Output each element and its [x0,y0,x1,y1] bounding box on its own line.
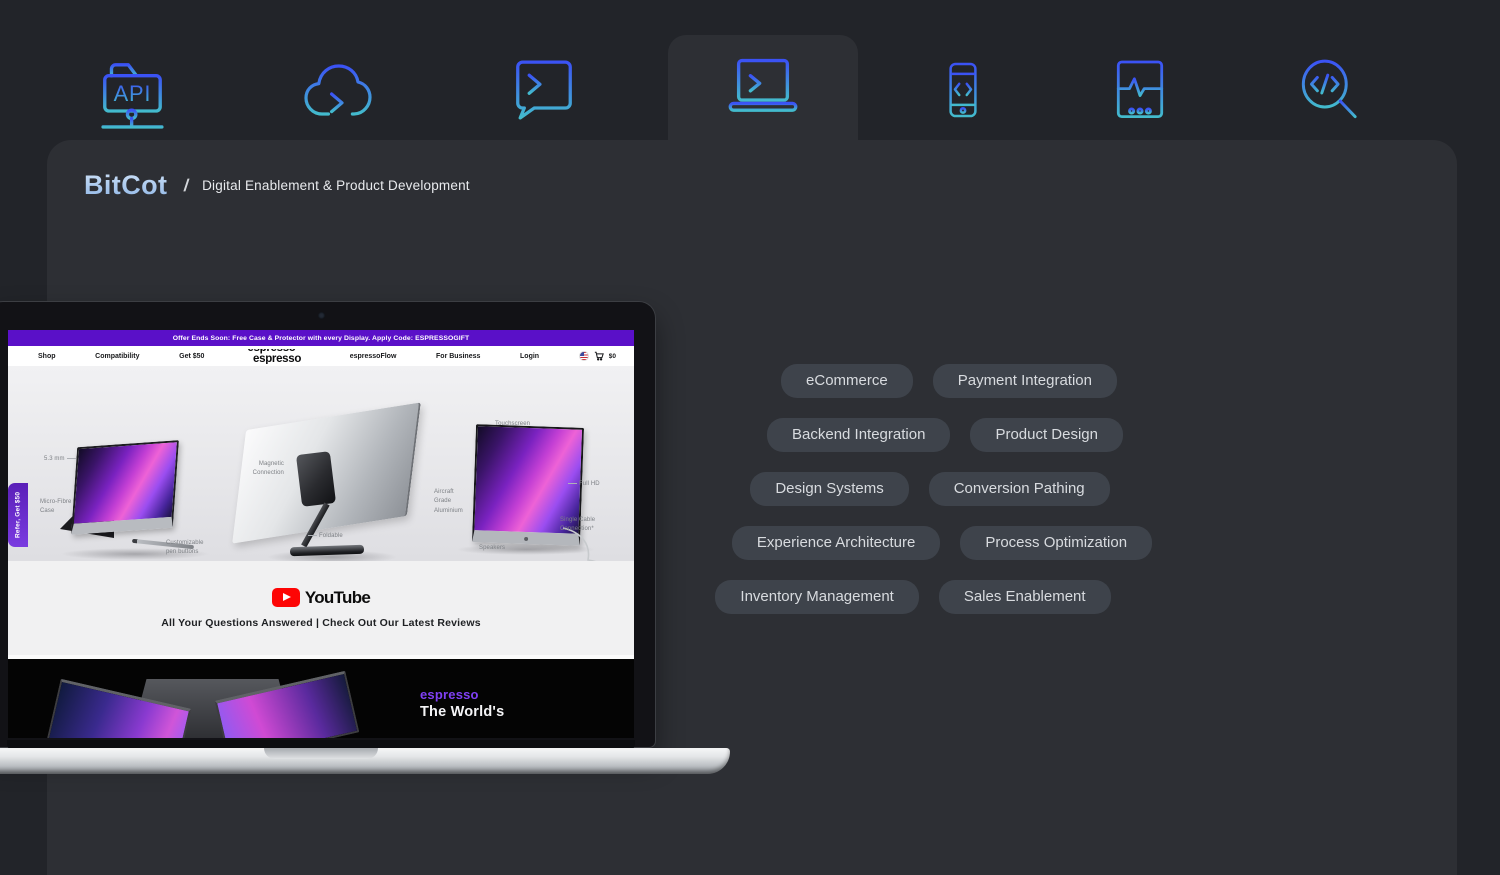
leader-line [568,483,577,484]
tag-row: Experience Architecture Process Optimiza… [706,526,1178,560]
stage: API [0,0,1500,875]
language-flag-icon [579,351,589,361]
tag-design-systems[interactable]: Design Systems [750,472,908,506]
tab-code-search[interactable] [1272,42,1382,138]
header: BitCot / Digital Enablement & Product De… [84,170,470,201]
youtube-section: YouTube All Your Questions Answered | Ch… [8,561,634,655]
tag-product-design[interactable]: Product Design [970,418,1123,452]
laptop-terminal-icon [716,48,810,132]
tag-conversion-pathing[interactable]: Conversion Pathing [929,472,1110,506]
brand-logo: BitCot [84,170,167,201]
leader-line [67,458,76,459]
annotation-case: Micro-FibreCase [40,498,71,517]
nav-login: Login [520,353,539,360]
cloud-terminal-icon [294,50,382,130]
mobile-code-icon [932,47,994,133]
chat-terminal-icon [502,49,586,131]
site-dark-footer: espresso The World's [8,655,634,738]
hero-section: Refer, Get $50 [8,366,634,561]
tab-mobile[interactable] [908,42,1018,138]
nav-shop: Shop [38,353,56,360]
promo-banner: Offer Ends Soon: Free Case & Protector w… [8,330,634,346]
breadcrumb-separator: / [183,176,191,196]
refer-tab[interactable]: Refer, Get $50 [8,483,28,547]
laptop-mockup: Offer Ends Soon: Free Case & Protector w… [0,302,730,780]
youtube-play-icon [272,588,300,607]
code-search-icon [1290,50,1364,130]
youtube-logo: YouTube [272,588,370,608]
annotation-magnetic: MagneticConnection [236,460,284,479]
tag-ecommerce[interactable]: eCommerce [781,364,913,398]
annotation-foldable: Foldable [306,532,343,541]
youtube-wordmark: YouTube [305,588,370,608]
tag-row: Backend Integration Product Design [709,418,1181,452]
svg-text:API: API [114,81,152,106]
annotation-cable: Single CableConnection* [560,516,595,535]
nav-espressoflow: espressoFlow [350,353,397,360]
footer-espresso-brand: espresso [420,687,479,702]
monitor-mid-magnetic-mount [296,451,336,507]
espresso-logo-line2: espresso [244,354,310,364]
tab-api[interactable]: API [80,42,190,138]
page-title: Digital Enablement & Product Development [202,178,470,193]
footer-headline: The World's [420,704,504,720]
tag-inventory-management[interactable]: Inventory Management [715,580,918,614]
monitor-shadow [266,550,398,561]
laptop-screen-bezel: Offer Ends Soon: Free Case & Protector w… [0,302,655,747]
tag-sales-enablement[interactable]: Sales Enablement [939,580,1111,614]
tab-chat-terminal[interactable] [489,42,599,138]
tag-process-optimization[interactable]: Process Optimization [960,526,1152,560]
api-folder-icon: API [92,48,178,132]
monitor-left-screen [71,440,179,535]
leader-line [308,535,317,536]
espresso-website: Offer Ends Soon: Free Case & Protector w… [8,330,634,738]
laptop-base-notch [264,748,378,759]
browser-pulse-icon [1105,49,1175,131]
annotation-touchscreen: Touchscreen [495,420,530,429]
capability-tags: eCommerce Payment Integration Backend In… [700,364,1172,634]
tag-experience-architecture[interactable]: Experience Architecture [732,526,940,560]
annotation-pen: Customizablepen buttons [166,539,204,558]
annotation-thickness: 5.3 mm [44,455,78,464]
tag-row: Inventory Management Sales Enablement [677,580,1149,614]
tag-backend-integration[interactable]: Backend Integration [767,418,950,452]
nav-compatibility: Compatibility [95,353,139,360]
youtube-caption: All Your Questions Answered | Check Out … [161,617,481,629]
webcam-dot [318,312,325,319]
tag-row: Design Systems Conversion Pathing [694,472,1166,506]
tag-row: eCommerce Payment Integration [713,364,1185,398]
cart-icon [594,351,604,361]
nav-for-business: For Business [436,353,480,360]
tab-cloud[interactable] [283,42,393,138]
annotation-aluminium: AircraftGradeAluminium [434,488,463,516]
nav-utility-group: $0 [579,351,616,361]
tab-browser-monitor[interactable] [1085,42,1195,138]
annotation-fullhd: Full HD [566,480,600,489]
tag-payment-integration[interactable]: Payment Integration [933,364,1117,398]
annotation-speakers: Speakers [479,544,505,553]
site-navbar: Shop Compatibility Get $50 espresso™ esp… [8,346,634,366]
nav-get50: Get $50 [179,353,204,360]
espresso-logo: espresso™ espresso [244,349,310,364]
cart-total: $0 [609,353,616,360]
tab-laptop-terminal[interactable] [708,42,818,138]
